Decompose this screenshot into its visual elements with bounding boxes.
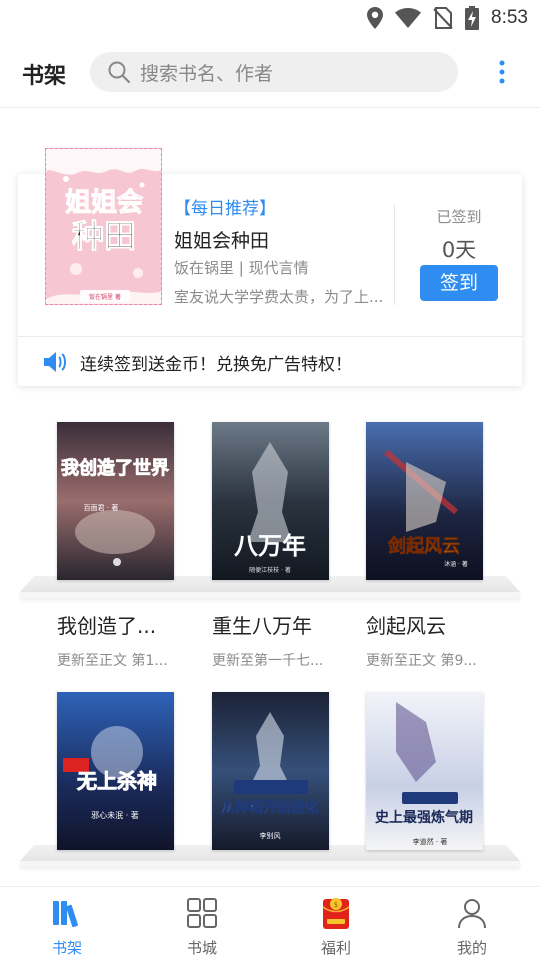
book-cover[interactable]: 无上杀神 邪心未泯 · 著 [57, 692, 174, 850]
red-envelope-icon: $ [322, 898, 350, 929]
cover-title-line-1: 姐姐会 [65, 188, 143, 218]
daily-recommend-tag: 【每日推荐】 [174, 199, 276, 219]
cover-title: 八万年 [234, 532, 306, 560]
recommend-book-desc: 室友说大学学费太贵，为了上... [174, 288, 384, 306]
book-title[interactable]: 剑起风云 [366, 610, 496, 639]
nav-label: 书城 [186, 939, 217, 957]
recommend-book-cover[interactable]: 姐姐会 种田 饭在锅里 著 [45, 148, 162, 305]
book-title[interactable]: 我创造了... [57, 610, 187, 639]
book-update-status: 更新至正文 第9... [366, 653, 477, 669]
signed-days-count: 0天 [441, 238, 477, 262]
cover-author: 沐涵 · 著 [444, 560, 468, 568]
card-vertical-divider [394, 205, 395, 305]
cover-author: 随便江枝枝 · 著 [249, 566, 291, 574]
nav-bookshelf[interactable]: 书架 [17, 887, 117, 960]
cover-author: 邪心未泯 · 著 [91, 810, 139, 820]
sign-in-button[interactable]: 签到 [420, 265, 498, 301]
bottom-navigation: 书架 书城 $ 福利 我的 [0, 886, 540, 960]
clock: 8:53 [491, 7, 528, 28]
book-title[interactable]: 重生八万年 [212, 610, 342, 639]
cover-title: 剑起风云 [387, 535, 460, 557]
nav-label: 我的 [456, 939, 487, 957]
user-icon [458, 899, 486, 929]
wifi-icon [395, 8, 422, 28]
recommend-book-title[interactable]: 姐姐会种田 [174, 226, 269, 253]
recommend-book-meta: 饭在锅里 | 现代言情 [174, 259, 309, 277]
nav-profile[interactable]: 我的 [422, 887, 522, 960]
svg-text:$: $ [334, 901, 338, 909]
nav-label: 福利 [320, 939, 351, 957]
book-cover[interactable]: 史上最强炼气期 李道然 · 著 [366, 692, 483, 850]
book-cover[interactable]: 我创造了世界 百面君 · 著 [57, 422, 174, 580]
cover-author: 饭在锅里 著 [89, 293, 121, 301]
signed-status-label: 已签到 [436, 208, 482, 226]
nav-bookstore[interactable]: 书城 [152, 887, 252, 960]
cover-title: 无上杀神 [77, 769, 157, 793]
cover-author: 李道然 · 著 [413, 837, 448, 846]
cover-author: 李别风 [260, 831, 281, 840]
search-placeholder: 搜索书名、作者 [140, 62, 274, 85]
page-title: 书架 [22, 64, 67, 89]
search-input[interactable]: 搜索书名、作者 [90, 52, 458, 92]
cover-title: 从神格开始进化 [221, 799, 319, 816]
nav-welfare[interactable]: $ 福利 [286, 887, 386, 960]
cover-title: 我创造了世界 [61, 457, 169, 479]
grid-icon [187, 898, 217, 928]
book-update-status: 更新至第一千七... [212, 653, 324, 669]
book-cover[interactable]: 剑起风云 沐涵 · 著 [366, 422, 483, 580]
location-icon [367, 7, 384, 29]
sign-in-promo-text[interactable]: 连续签到送金币！兑换免广告特权！ [80, 350, 352, 375]
card-divider [18, 336, 522, 337]
no-sim-icon [433, 7, 453, 29]
book-cover[interactable]: 八万年 随便江枝枝 · 著 [212, 422, 329, 580]
battery-charging-icon [465, 6, 480, 30]
status-bar: 8:53 [0, 0, 540, 36]
cover-title: 史上最强炼气期 [375, 809, 473, 826]
search-icon [108, 61, 130, 83]
more-menu-icon[interactable] [494, 60, 510, 84]
bookshelf-icon [53, 901, 78, 928]
book-update-status: 更新至正文 第1... [57, 653, 168, 669]
nav-label: 书架 [51, 939, 82, 957]
top-bar: 书架 搜索书名、作者 [0, 36, 540, 108]
cover-author: 百面君 · 著 [84, 503, 119, 512]
cover-title-line-2: 种田 [72, 217, 136, 255]
book-cover[interactable]: 从神格开始进化 李别风 [212, 692, 329, 850]
speaker-icon [44, 352, 66, 372]
